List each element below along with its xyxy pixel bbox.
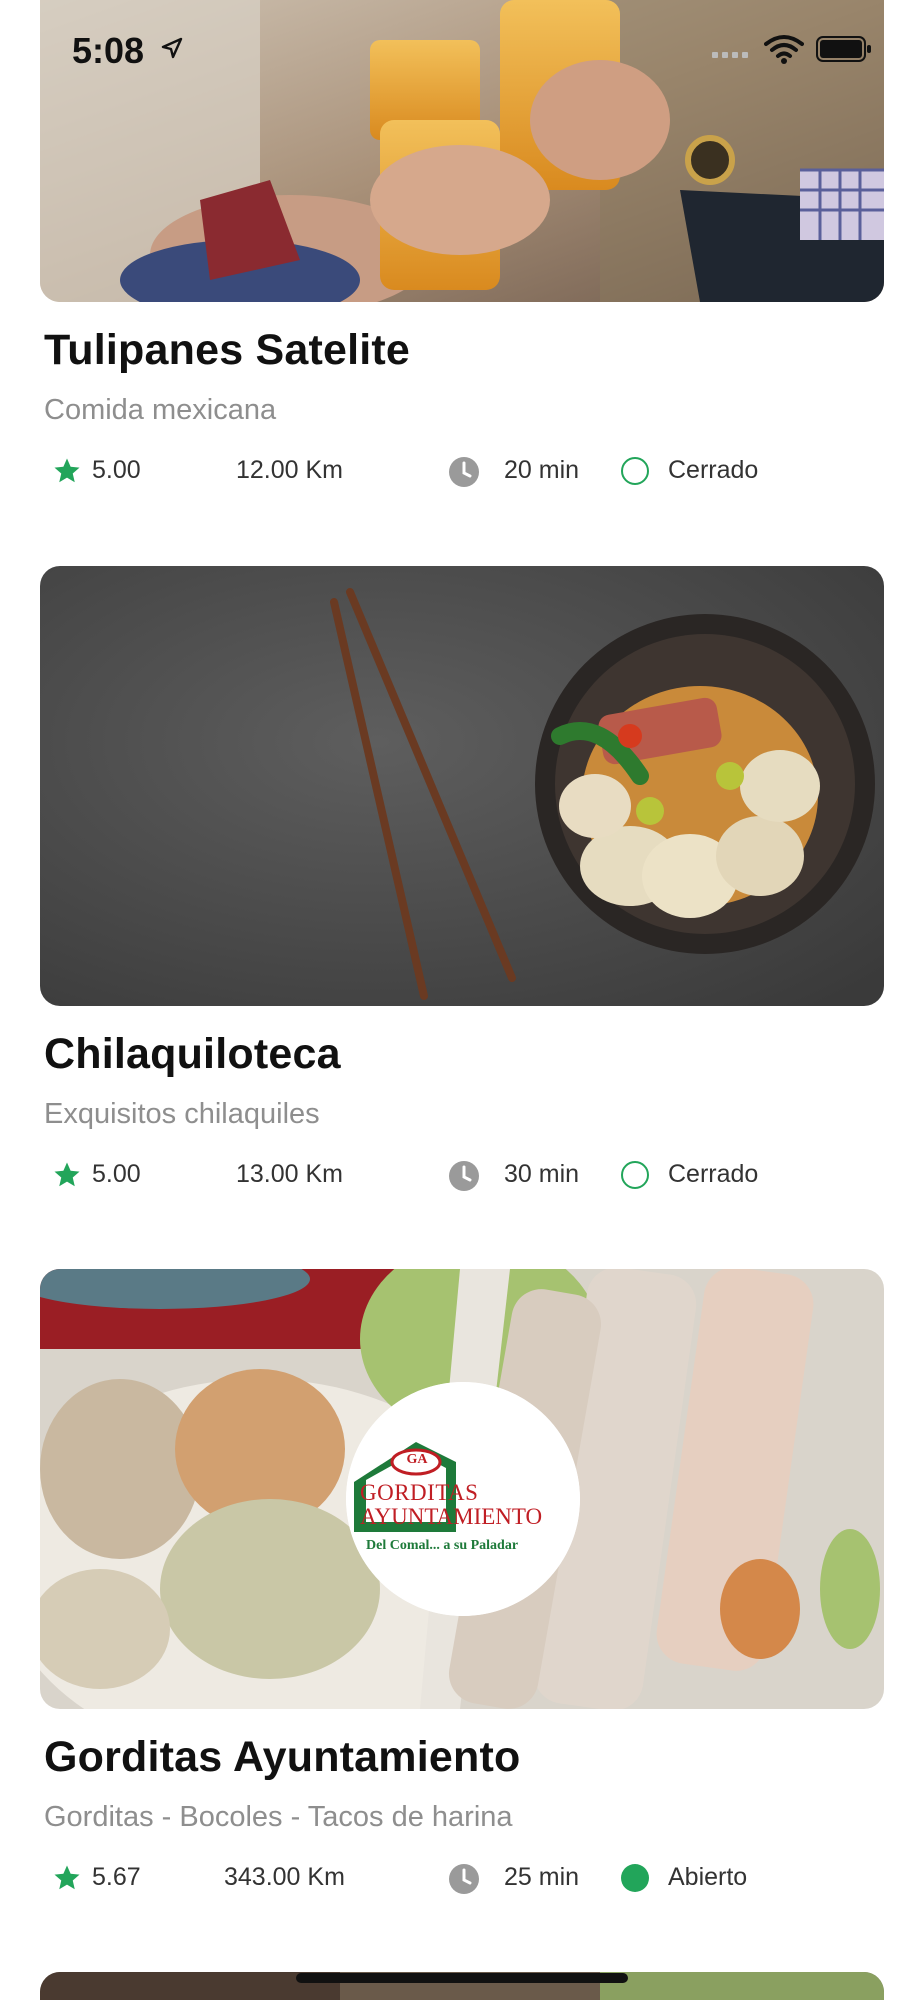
star-icon xyxy=(54,1865,80,1890)
restaurant-name: Chilaquiloteca xyxy=(44,1030,341,1078)
restaurant-meta: 5.67 343.00 Km 25 min Abierto xyxy=(0,1859,924,1899)
home-indicator[interactable] xyxy=(296,1973,628,1983)
open-status: Abierto xyxy=(668,1863,748,1891)
rating-value: 5.00 xyxy=(92,456,141,484)
status-open-icon xyxy=(621,1864,649,1892)
battery-icon xyxy=(816,36,871,62)
rating-value: 5.00 xyxy=(92,1160,141,1188)
distance-value: 13.00 Km xyxy=(236,1160,344,1188)
clock-icon xyxy=(449,457,479,487)
wifi-icon xyxy=(764,35,804,64)
status-closed-icon xyxy=(621,1161,649,1189)
logo-line1: GORDITAS xyxy=(360,1480,479,1505)
location-arrow-icon xyxy=(161,37,183,59)
logo-line2: AYUNTAMIENTO xyxy=(360,1504,543,1529)
restaurant-name: Gorditas Ayuntamiento xyxy=(44,1733,521,1781)
restaurant-meta: 5.00 13.00 Km 30 min Cerrado xyxy=(0,1156,924,1196)
open-status: Cerrado xyxy=(668,456,759,484)
status-time: 5:08 xyxy=(72,30,145,71)
restaurant-image[interactable]: GA GORDITAS AYUNTAMIENTO Del Comal... a … xyxy=(40,1269,884,1709)
rating-value: 5.67 xyxy=(92,1863,141,1891)
restaurant-card[interactable]: GA GORDITAS AYUNTAMIENTO Del Comal... a … xyxy=(0,1269,924,1909)
open-status: Cerrado xyxy=(668,1160,759,1188)
delivery-time: 25 min xyxy=(504,1863,580,1891)
status-closed-icon xyxy=(621,457,649,485)
logo-initials: GA xyxy=(406,1452,428,1467)
clock-icon xyxy=(449,1161,479,1191)
delivery-time: 20 min xyxy=(504,456,580,484)
star-icon xyxy=(54,1162,80,1187)
restaurant-card[interactable]: Chilaquiloteca Exquisitos chilaquiles 5.… xyxy=(0,566,924,1206)
restaurant-subtitle: Exquisitos chilaquiles xyxy=(44,1098,320,1130)
restaurant-subtitle: Gorditas - Bocoles - Tacos de harina xyxy=(44,1801,513,1833)
status-bar: 5:08 xyxy=(0,0,924,100)
noodle-bowl-photo-icon xyxy=(40,566,884,1006)
star-icon xyxy=(54,458,80,483)
signal-icon xyxy=(712,52,748,58)
restaurant-meta: 5.00 12.00 Km 20 min Cerrado xyxy=(0,452,924,492)
restaurant-name: Tulipanes Satelite xyxy=(44,326,411,374)
delivery-time: 30 min xyxy=(504,1160,580,1188)
distance-value: 12.00 Km xyxy=(236,456,344,484)
distance-value: 343.00 Km xyxy=(224,1863,345,1891)
restaurant-image[interactable] xyxy=(40,566,884,1006)
clock-icon xyxy=(449,1864,479,1894)
restaurant-logo: GA GORDITAS AYUNTAMIENTO Del Comal... a … xyxy=(346,1382,580,1616)
restaurant-subtitle: Comida mexicana xyxy=(44,394,277,426)
logo-tagline: Del Comal... a su Paladar xyxy=(366,1538,519,1553)
